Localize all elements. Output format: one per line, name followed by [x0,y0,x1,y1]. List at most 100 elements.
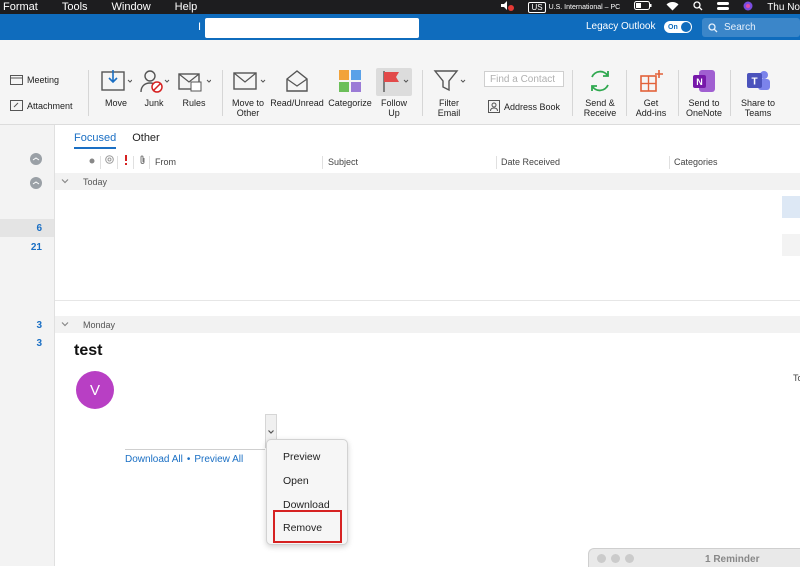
wifi-icon[interactable] [666,1,679,14]
toggle-label: On [668,23,678,31]
filter-email-label-1: Filter [439,98,459,108]
reminder-title: 1 Reminder [705,554,760,565]
avatar[interactable]: V [76,371,114,409]
control-center-icon[interactable] [717,1,730,14]
attachment-icon [10,100,23,111]
column-subject[interactable]: Subject [328,157,358,167]
link-separator: • [186,454,191,465]
address-book-label: Address Book [504,101,561,112]
menu-help[interactable]: Help [175,0,198,14]
legacy-outlook-toggle[interactable]: On [664,21,692,33]
toggle-knob [681,22,691,32]
column-categories[interactable]: Categories [674,157,718,167]
window-title-box [205,18,419,38]
preview-all-link[interactable]: Preview All [194,454,243,465]
reminder-window[interactable]: 1 Reminder [588,548,800,567]
collapse-icon[interactable] [30,153,42,165]
battery-icon[interactable] [634,1,652,13]
siri-icon[interactable] [743,1,753,14]
rules-button[interactable]: Rules [176,68,212,108]
mention-icon[interactable] [105,155,114,166]
input-source[interactable]: US U.S. International – PC [528,1,621,13]
filter-icon [433,70,466,92]
spotlight-icon[interactable] [693,0,703,14]
chevron-down-icon [61,322,69,327]
clock[interactable]: Thu No [767,2,800,13]
paperclip-icon[interactable] [139,155,146,167]
group-label-today: Today [83,177,108,187]
menu-tools[interactable]: Tools [62,0,88,14]
folder-unread-count[interactable]: 21 [31,242,42,253]
mac-menu-bar: Format Tools Window Help US U.S. Interna… [0,0,800,14]
zoom-window-icon[interactable] [625,554,634,563]
mute-icon[interactable] [500,0,515,14]
folder-unread-count[interactable]: 3 [36,338,42,349]
send-receive-label-2: Receive [583,108,617,118]
folder-unread-count[interactable]: 3 [36,320,42,331]
read-unread-button[interactable]: Read/Unread [270,68,324,108]
move-to-other-button[interactable]: Move to Other [228,68,268,118]
menu-format[interactable]: Format [3,0,38,14]
column-divider [669,156,670,169]
column-date-received[interactable]: Date Received [501,157,560,167]
menu-window[interactable]: Window [112,0,151,14]
column-divider [149,156,150,169]
junk-button[interactable]: Junk [138,68,170,108]
folder-unread-count[interactable]: 6 [36,223,42,234]
send-receive-button[interactable]: Send & Receive [578,68,622,118]
attachment-button[interactable]: Attachment [10,100,73,111]
share-to-teams-button[interactable]: T Share to Teams [736,68,780,118]
rules-label: Rules [182,98,206,108]
move-button[interactable]: Move [98,68,134,108]
categorize-button[interactable]: Categorize [326,68,374,108]
remove-highlight-box [273,510,342,543]
tab-focused[interactable]: Focused [74,132,117,149]
tab-other[interactable]: Other [132,132,160,149]
move-to-other-label-1: Move to [231,98,264,108]
scroll-indicator[interactable] [782,234,800,256]
address-book-button[interactable]: Address Book [488,100,560,113]
get-addins-button[interactable]: Get Add-ins [630,68,672,118]
inbox-tabs: Focused Other [74,132,160,149]
column-divider [322,156,323,169]
menu-item-open[interactable]: Open [283,475,309,487]
attachment-label: Attachment [27,100,73,111]
chevron-down-icon [268,430,274,434]
ribbon-divider [730,70,731,116]
scroll-indicator[interactable] [782,196,800,218]
send-receive-icon [591,70,609,92]
find-contact-input[interactable]: Find a Contact [484,71,564,87]
download-all-link[interactable]: Download All [125,454,183,465]
share-teams-label-1: Share to [740,98,776,108]
send-to-onenote-button[interactable]: N Send to OneNote [682,68,726,118]
onenote-icon: N [693,70,715,92]
read-unread-icon [286,70,308,92]
send-receive-label-1: Send & [585,98,615,108]
follow-up-label-2: Up [388,108,400,118]
importance-icon[interactable] [124,155,128,167]
chevron-down-icon [61,179,69,184]
flag-icon [383,71,409,92]
menu-item-preview[interactable]: Preview [283,451,320,463]
menu-bar-status: US U.S. International – PC Thu No [500,0,800,14]
close-window-icon[interactable] [597,554,606,563]
group-header-monday[interactable]: Monday [55,316,800,333]
new-meeting-button[interactable]: Meeting [10,74,59,85]
filter-email-button[interactable]: Filter Email [430,68,468,118]
avatar-initial: V [89,381,100,399]
ribbon-divider [572,70,573,116]
search-box[interactable]: Search [702,18,800,37]
addins-icon [640,70,663,92]
column-divider [117,156,118,169]
column-from[interactable]: From [155,157,176,167]
group-header-today[interactable]: Today [55,173,800,190]
folder-rail: 6 21 3 3 [0,125,55,566]
message-list-header: From Subject Date Received Categories [55,154,800,171]
get-addins-label-1: Get [643,98,659,108]
follow-up-button[interactable]: Follow Up [376,68,412,118]
unread-dot-icon[interactable] [89,156,95,166]
minimize-window-icon[interactable] [611,554,620,563]
collapse-icon[interactable] [30,177,42,189]
ribbon-divider [88,70,89,116]
input-source-label: U.S. International – PC [548,3,621,11]
